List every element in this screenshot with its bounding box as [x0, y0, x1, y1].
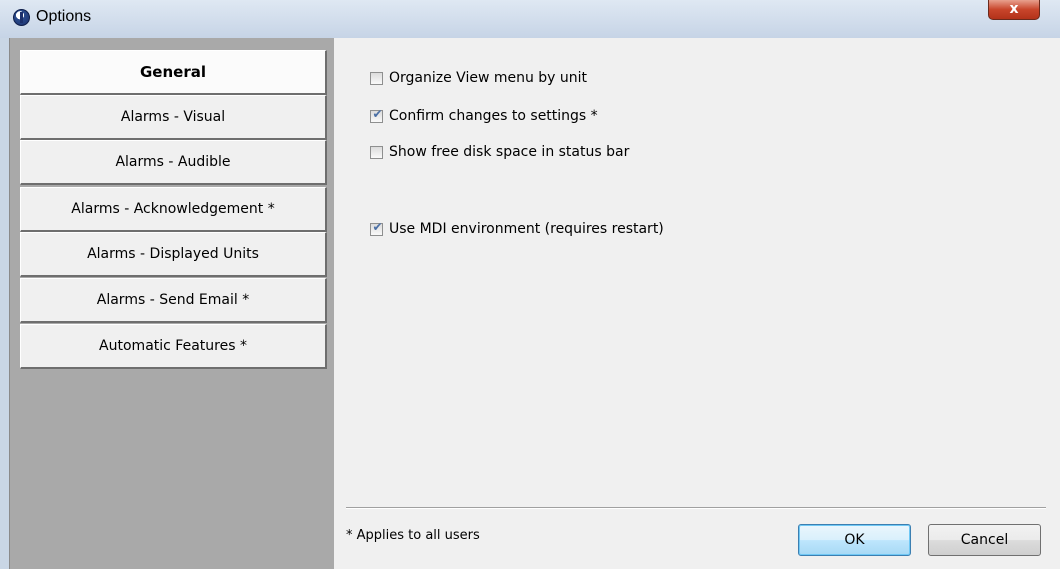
sidebar-item-alarms-acknowledgement[interactable]: Alarms - Acknowledgement *	[20, 187, 327, 232]
checkbox-show-free-disk-space[interactable]	[370, 145, 383, 159]
sidebar-item-alarms-audible[interactable]: Alarms - Audible	[20, 140, 327, 185]
app-icon	[13, 9, 30, 26]
option-label: Organize View menu by unit	[389, 70, 588, 86]
option-label: Use MDI environment (requires restart)	[389, 221, 664, 237]
window-title: Options	[36, 8, 92, 25]
cancel-button[interactable]: Cancel	[928, 524, 1041, 556]
title-bar: Options x	[0, 0, 1060, 38]
option-organize-view-menu[interactable]: Organize View menu by unit	[370, 69, 587, 87]
checkmark-icon: ✔	[372, 219, 383, 234]
sidebar-item-label: General	[140, 63, 206, 81]
sidebar-item-label: Automatic Features *	[99, 338, 247, 354]
options-window: Options x General Alarms - Visual Alarms…	[0, 0, 1060, 569]
footnote: * Applies to all users	[346, 528, 480, 543]
checkbox-use-mdi-environment[interactable]: ✔	[370, 219, 383, 236]
sidebar-item-alarms-send-email[interactable]: Alarms - Send Email *	[20, 278, 327, 323]
ok-button[interactable]: OK	[798, 524, 911, 556]
sidebar-item-label: Alarms - Acknowledgement *	[71, 201, 275, 217]
close-button[interactable]: x	[988, 0, 1040, 20]
sidebar-item-alarms-visual[interactable]: Alarms - Visual	[20, 95, 327, 140]
sidebar-item-automatic-features[interactable]: Automatic Features *	[20, 324, 327, 369]
footer-divider	[346, 507, 1046, 509]
option-label: Confirm changes to settings *	[389, 108, 598, 124]
sidebar-item-general[interactable]: General	[20, 50, 327, 95]
sidebar-item-label: Alarms - Send Email *	[96, 292, 250, 308]
close-icon: x	[1009, 1, 1019, 17]
option-show-free-disk-space[interactable]: Show free disk space in status bar	[370, 143, 629, 161]
sidebar-item-label: Alarms - Visual	[120, 109, 226, 125]
option-label: Show free disk space in status bar	[389, 144, 630, 160]
checkbox-confirm-changes[interactable]: ✔	[370, 106, 383, 123]
option-confirm-changes[interactable]: ✔ Confirm changes to settings *	[370, 107, 598, 125]
sidebar-item-alarms-displayed-units[interactable]: Alarms - Displayed Units	[20, 232, 327, 277]
window-frame-left	[0, 38, 9, 569]
option-use-mdi-environment[interactable]: ✔ Use MDI environment (requires restart)	[370, 220, 664, 238]
checkbox-organize-view-menu[interactable]	[370, 71, 383, 85]
sidebar-item-label: Alarms - Audible	[115, 154, 231, 170]
options-sidebar: General Alarms - Visual Alarms - Audible…	[9, 38, 334, 569]
sidebar-item-label: Alarms - Displayed Units	[87, 246, 259, 262]
checkmark-icon: ✔	[372, 106, 383, 121]
options-content-panel: Organize View menu by unit ✔ Confirm cha…	[334, 38, 1060, 569]
